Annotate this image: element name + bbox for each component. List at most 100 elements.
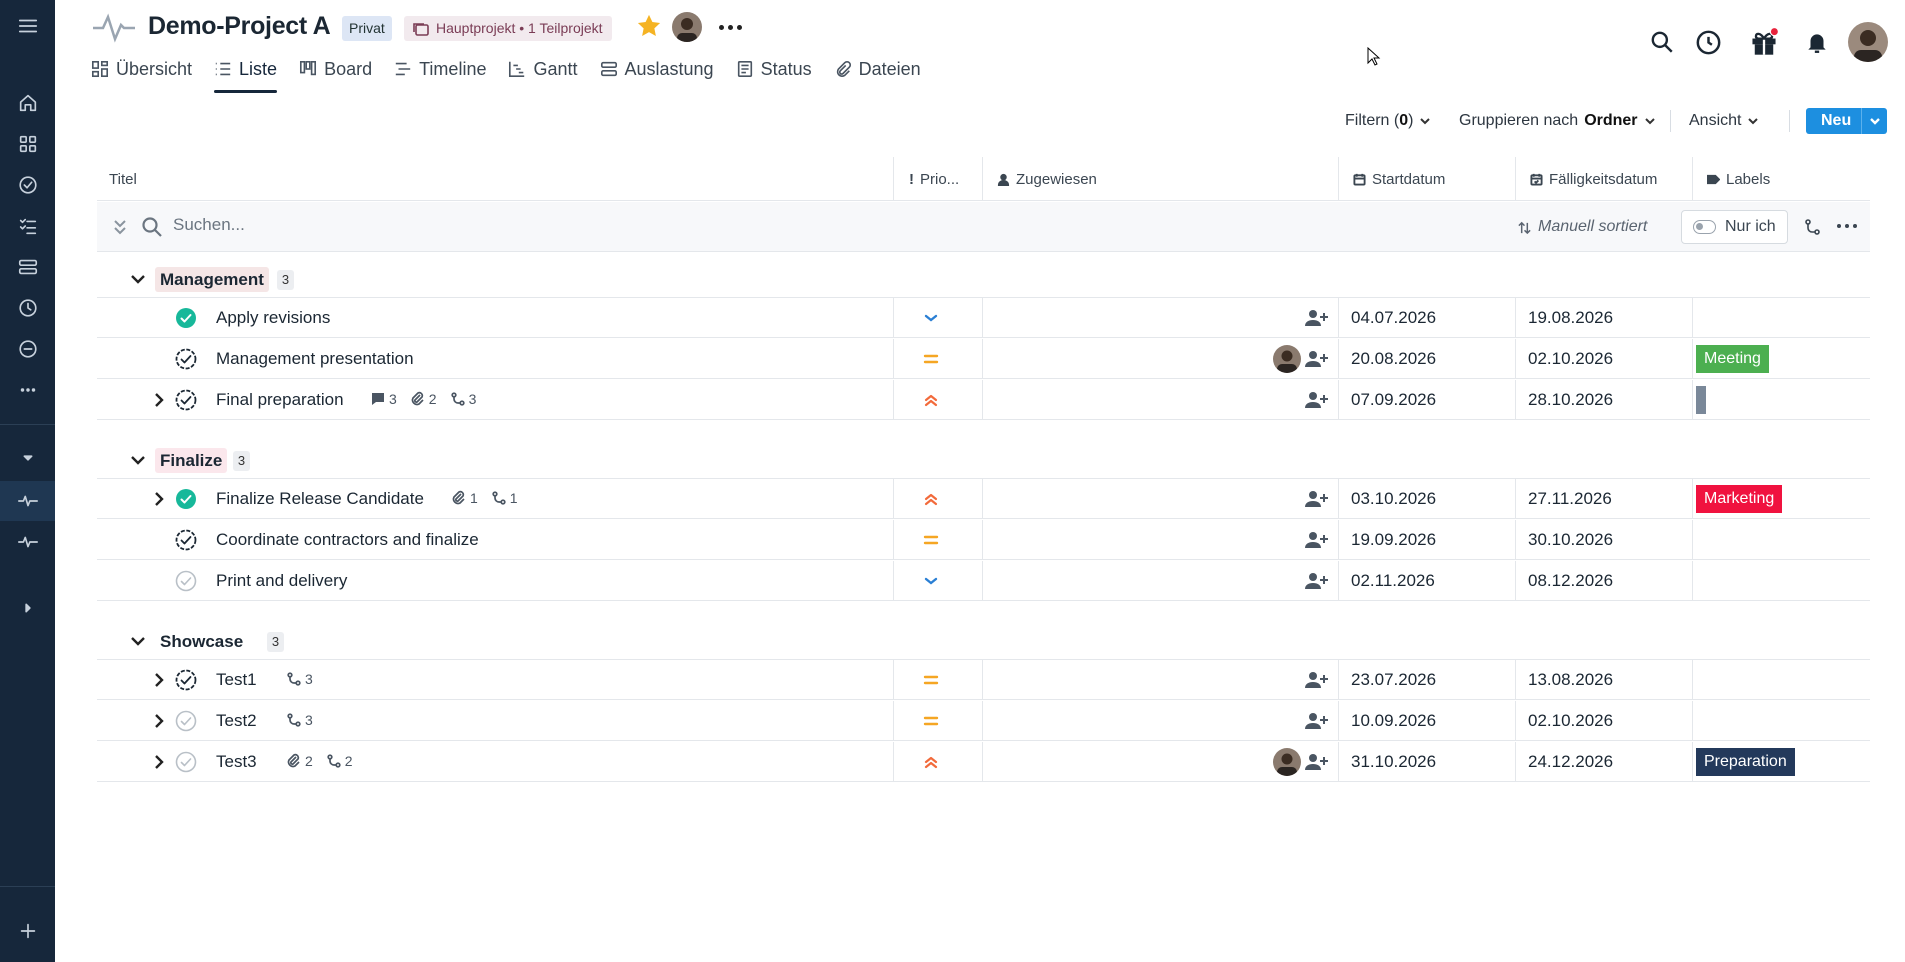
column-divider[interactable] <box>1692 157 1693 201</box>
task-title[interactable]: Management presentation <box>216 349 414 369</box>
new-button-label[interactable]: Neu <box>1806 112 1861 130</box>
table-row[interactable]: Management presentation 20.08.2026 02.10… <box>97 339 1870 379</box>
task-title[interactable]: Test3 <box>216 752 257 772</box>
user-avatar[interactable] <box>1848 22 1888 62</box>
add-assignee-icon[interactable] <box>1304 711 1328 731</box>
task-title[interactable]: Final preparation <box>216 390 344 410</box>
gift-icon[interactable] <box>1747 22 1781 62</box>
start-date[interactable]: 20.08.2026 <box>1351 349 1436 369</box>
priority-medium-icon[interactable] <box>921 349 941 369</box>
favorite-star-icon[interactable] <box>635 12 663 40</box>
priority-medium-icon[interactable] <box>921 670 941 690</box>
table-row[interactable]: Apply revisions 04.07.2026 19.08.2026 <box>97 298 1870 338</box>
column-divider[interactable] <box>982 157 983 201</box>
task-status-check-icon[interactable] <box>175 570 197 592</box>
notifications-bell-icon[interactable] <box>1802 22 1832 62</box>
more-nav-icon[interactable] <box>0 370 55 410</box>
column-divider[interactable] <box>1338 157 1339 201</box>
tab-gantt[interactable]: Gantt <box>508 56 578 94</box>
due-date[interactable]: 24.12.2026 <box>1528 752 1613 772</box>
task-title[interactable]: Coordinate contractors and finalize <box>216 530 479 550</box>
task-title[interactable]: Apply revisions <box>216 308 330 328</box>
project-more-options-icon[interactable] <box>716 14 744 40</box>
due-date[interactable]: 19.08.2026 <box>1528 308 1613 328</box>
priority-low-icon[interactable] <box>921 571 941 591</box>
add-assignee-icon[interactable] <box>1304 390 1328 410</box>
start-date[interactable]: 10.09.2026 <box>1351 711 1436 731</box>
priority-low-icon[interactable] <box>921 308 941 328</box>
table-more-options-icon[interactable] <box>1837 224 1857 228</box>
column-divider[interactable] <box>893 157 894 201</box>
expand-subtasks-chevron-icon[interactable] <box>151 712 167 730</box>
task-status-check-icon[interactable] <box>175 389 197 411</box>
priority-high-icon[interactable] <box>921 489 941 509</box>
group-header-finalize[interactable]: Finalize 3 <box>97 438 1870 482</box>
due-date[interactable]: 27.11.2026 <box>1528 489 1612 509</box>
table-row[interactable]: Finalize Release Candidate 11 03.10.2026… <box>97 479 1870 519</box>
tab-timeline[interactable]: Timeline <box>394 56 486 94</box>
tab-status[interactable]: Status <box>736 56 812 94</box>
due-date[interactable]: 02.10.2026 <box>1528 711 1613 731</box>
task-status-check-icon[interactable] <box>175 751 197 773</box>
time-clock-icon[interactable] <box>1692 22 1724 62</box>
filter-button[interactable]: Filtern (0) <box>1345 108 1431 134</box>
column-header-assigned[interactable]: Zugewiesen <box>985 157 1097 201</box>
add-icon[interactable] <box>0 911 55 951</box>
task-status-check-icon[interactable] <box>175 710 197 732</box>
start-date[interactable]: 19.09.2026 <box>1351 530 1436 550</box>
assignee-avatar[interactable] <box>1273 748 1301 776</box>
start-date[interactable]: 07.09.2026 <box>1351 390 1436 410</box>
add-assignee-icon[interactable] <box>1304 308 1328 328</box>
table-row[interactable]: Test1 3 23.07.2026 13.08.2026 <box>97 660 1870 700</box>
add-assignee-icon[interactable] <box>1304 489 1328 509</box>
table-row[interactable]: Print and delivery 02.11.2026 08.12.2026 <box>97 561 1870 601</box>
start-date[interactable]: 02.11.2026 <box>1351 571 1435 591</box>
add-assignee-icon[interactable] <box>1304 670 1328 690</box>
subtasks-toggle-icon[interactable] <box>1803 217 1823 237</box>
table-row[interactable]: Test3 22 31.10.2026 24.12.2026 Preparati… <box>97 742 1870 782</box>
view-button[interactable]: Ansicht <box>1689 108 1759 134</box>
tab-liste[interactable]: Liste <box>214 56 278 94</box>
chevron-down-icon[interactable] <box>129 451 147 469</box>
task-label[interactable]: Marketing <box>1696 485 1783 513</box>
tab-dateien[interactable]: Dateien <box>834 56 921 94</box>
start-date[interactable]: 23.07.2026 <box>1351 670 1436 690</box>
sort-mode-button[interactable]: Manuell sortiert <box>1517 218 1647 236</box>
only-me-toggle[interactable]: Nur ich <box>1681 210 1788 244</box>
assignee-avatar[interactable] <box>1273 345 1301 373</box>
group-name[interactable]: Showcase <box>155 629 248 654</box>
add-assignee-icon[interactable] <box>1304 752 1328 772</box>
column-header-labels[interactable]: Labels <box>1695 157 1770 201</box>
due-date[interactable]: 08.12.2026 <box>1528 571 1613 591</box>
task-label[interactable] <box>1696 386 1706 414</box>
workload-icon[interactable] <box>0 247 55 287</box>
checklist-icon[interactable] <box>0 206 55 246</box>
group-by-button[interactable]: Gruppieren nach Ordner <box>1459 108 1656 134</box>
table-row[interactable]: Final preparation 323 07.09.2026 28.10.2… <box>97 380 1870 420</box>
project-pulse-icon-active[interactable] <box>0 481 55 521</box>
my-tasks-icon[interactable] <box>0 165 55 205</box>
group-name[interactable]: Management <box>155 267 269 292</box>
add-assignee-icon[interactable] <box>1304 530 1328 550</box>
due-date[interactable]: 30.10.2026 <box>1528 530 1613 550</box>
start-date[interactable]: 03.10.2026 <box>1351 489 1436 509</box>
new-dropdown-toggle[interactable] <box>1862 115 1887 127</box>
priority-medium-icon[interactable] <box>921 711 941 731</box>
start-date[interactable]: 04.07.2026 <box>1351 308 1436 328</box>
table-row[interactable]: Test2 3 10.09.2026 02.10.2026 <box>97 701 1870 741</box>
project-title[interactable]: Demo-Project A <box>148 12 331 41</box>
dashboard-grid-icon[interactable] <box>0 124 55 164</box>
expand-subtasks-chevron-icon[interactable] <box>151 753 167 771</box>
project-owner-avatar[interactable] <box>672 12 702 42</box>
task-title[interactable]: Test1 <box>216 670 257 690</box>
caret-down-icon[interactable] <box>0 438 55 478</box>
caret-right-icon[interactable] <box>0 588 55 628</box>
task-status-check-icon[interactable] <box>175 669 197 691</box>
column-header-priority[interactable]: ! Prio... <box>897 157 985 201</box>
new-button[interactable]: Neu <box>1806 108 1887 134</box>
column-header-due[interactable]: Fälligkeitsdatum <box>1518 157 1657 201</box>
expand-subtasks-chevron-icon[interactable] <box>151 490 167 508</box>
absence-icon[interactable] <box>0 329 55 369</box>
tab-auslastung[interactable]: Auslastung <box>600 56 714 94</box>
column-divider[interactable] <box>1515 157 1516 201</box>
